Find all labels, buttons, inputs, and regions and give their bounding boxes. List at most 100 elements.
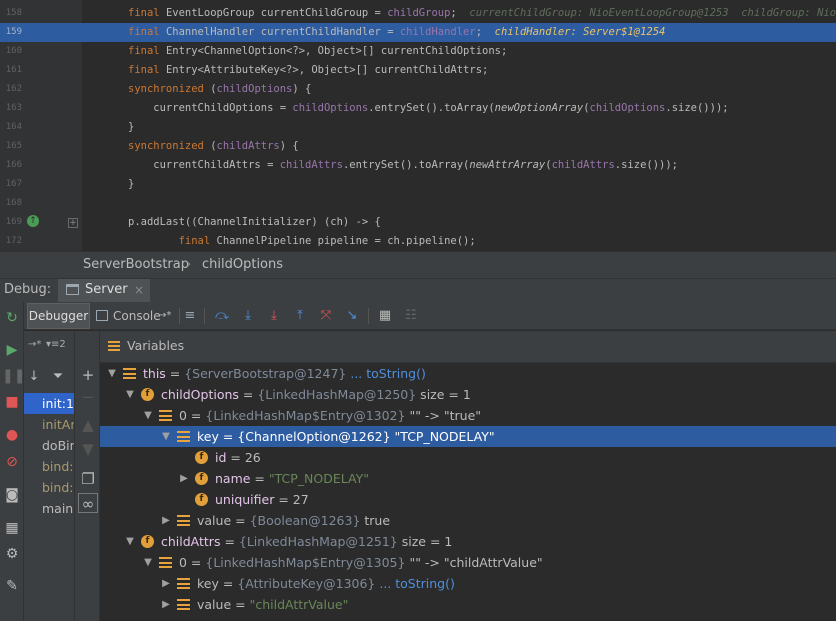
watches-toggle-icon[interactable]: ∞ <box>78 493 98 513</box>
fold-toggle-icon[interactable]: + <box>68 218 78 228</box>
to-string-link[interactable]: ... toString() <box>346 366 426 381</box>
rerun-icon[interactable]: ↻ <box>2 308 22 328</box>
variable-row[interactable]: ▶ value = "childAttrValue" <box>100 594 836 615</box>
step-out-icon[interactable]: ⤒ <box>290 306 310 326</box>
code-line[interactable]: 160 final Entry<ChannelOption<?>, Object>… <box>0 42 836 61</box>
frame-item[interactable]: bind:2 <box>24 456 74 477</box>
local-variable-icon <box>123 368 136 379</box>
trace-stream-icon[interactable]: ☷ <box>401 306 421 326</box>
tab-console[interactable]: Console →* <box>92 303 177 329</box>
console-pin[interactable]: →* <box>158 303 171 329</box>
expand-arrow-icon[interactable]: ▼ <box>106 363 118 384</box>
code-line[interactable]: 163 currentChildOptions = childOptions.e… <box>0 99 836 118</box>
code-token: } <box>128 121 135 133</box>
frame-item[interactable]: bind:2 <box>24 477 74 498</box>
inline-debug-value: childHandler: Server$1@1254 <box>494 26 666 38</box>
evaluate-expression-icon[interactable]: ▦ <box>375 306 395 326</box>
variable-row[interactable]: ▶ f name = "TCP_NODELAY" <box>100 468 836 489</box>
code-token: ChannelHandler currentChildHandler = <box>165 26 400 38</box>
settings-icon[interactable]: ⚙ <box>2 544 22 564</box>
variable-name: key <box>197 576 219 591</box>
code-token: childAttrs <box>551 159 615 171</box>
variable-row[interactable]: f id = 26 <box>100 447 836 468</box>
breadcrumb-class[interactable]: ServerBootstrap <box>83 252 189 278</box>
step-into-icon[interactable]: ⤓ <box>238 306 258 326</box>
variable-row[interactable]: ▶ value = {Boolean@1263} true <box>100 510 836 531</box>
variable-value: true <box>360 513 391 528</box>
code-editor[interactable]: 158 final EventLoopGroup currentChildGrou… <box>0 0 836 251</box>
variable-row[interactable]: ▶ key = {AttributeKey@1306} ... toString(… <box>100 573 836 594</box>
debug-title: Debug: <box>4 282 52 297</box>
pin-icon[interactable]: ✎ <box>2 576 22 596</box>
line-number: 168 <box>5 198 22 208</box>
move-down-icon[interactable]: ▼ <box>78 439 98 459</box>
code-line[interactable]: 166 currentChildAttrs = childAttrs.entry… <box>0 156 836 175</box>
tab-server[interactable]: Server × <box>58 279 150 302</box>
expand-arrow-icon[interactable]: ▼ <box>124 384 136 405</box>
resume-icon[interactable]: ▶ <box>2 340 22 360</box>
expand-arrow-icon[interactable]: ▼ <box>142 552 154 573</box>
inline-debug-value: currentChildGroup: NioEventLoopGroup@125… <box>469 7 836 19</box>
line-number: 161 <box>5 65 22 75</box>
collapse-arrow-icon[interactable]: ▶ <box>160 510 172 531</box>
frames-threads-toggle[interactable]: →* <box>28 339 41 350</box>
frame-item[interactable]: initAn <box>24 414 74 435</box>
code-line[interactable]: 159 final ChannelHandler currentChildHand… <box>0 23 836 42</box>
remove-watch-icon[interactable]: − <box>78 387 98 407</box>
frames-thread-selector[interactable]: ▾≡2 <box>46 339 66 350</box>
frame-item[interactable]: main: <box>24 498 74 519</box>
frame-item[interactable]: init:15 <box>24 393 74 414</box>
expand-arrow-icon[interactable]: ▼ <box>124 531 136 552</box>
run-to-cursor-icon[interactable]: ↘ <box>342 306 362 326</box>
to-string-link[interactable]: ... toString() <box>375 576 455 591</box>
expand-arrow-icon[interactable]: ▼ <box>142 405 154 426</box>
implementation-marker-icon[interactable]: ↑ <box>27 215 39 227</box>
code-line[interactable]: 172 final ChannelPipeline pipeline = ch.… <box>0 232 836 251</box>
code-line[interactable]: 169 p.addLast((ChannelInitializer) (ch) -… <box>0 213 836 232</box>
code-line[interactable]: 167} <box>0 175 836 194</box>
code-token: Entry<AttributeKey<?>, Object>[] current… <box>165 64 489 76</box>
variable-row[interactable]: ▼ 0 = {LinkedHashMap$Entry@1305} "" -> "c… <box>100 552 836 573</box>
force-step-into-icon[interactable]: ⤓ <box>264 306 284 326</box>
code-line[interactable]: 168 <box>0 194 836 213</box>
variables-icon <box>108 341 120 351</box>
variable-row[interactable]: ▼ f childOptions = {LinkedHashMap@1250} si… <box>100 384 836 405</box>
arrow-down-icon[interactable]: ↓ <box>24 367 44 387</box>
variable-row[interactable]: ▼ this = {ServerBootstrap@1247} ... toStr… <box>100 363 836 384</box>
code-token: synchronized <box>128 83 211 95</box>
add-watch-icon[interactable]: + <box>78 365 98 385</box>
close-icon[interactable]: × <box>134 279 144 301</box>
variable-row[interactable]: ▼ f childAttrs = {LinkedHashMap@1251} size… <box>100 531 836 552</box>
tab-debugger[interactable]: Debugger <box>27 303 90 329</box>
show-execution-point-icon[interactable]: ≡ <box>180 306 200 326</box>
variable-row[interactable]: f uniquifier = 27 <box>100 489 836 510</box>
view-breakpoints-icon[interactable]: ● <box>2 425 22 445</box>
expand-arrow-icon[interactable]: ▼ <box>160 426 172 447</box>
stop-icon[interactable]: ■ <box>2 392 22 412</box>
filter-icon[interactable]: ⏷ <box>48 367 68 387</box>
collapse-arrow-icon[interactable]: ▶ <box>178 468 190 489</box>
collapse-arrow-icon[interactable]: ▶ <box>160 594 172 615</box>
step-over-icon[interactable]: ⤼ <box>212 306 232 326</box>
line-number: 164 <box>5 122 22 132</box>
code-line[interactable]: 165 synchronized (childAttrs) { <box>0 137 836 156</box>
drop-frame-icon[interactable]: ⤧ <box>316 306 336 326</box>
mute-breakpoints-icon[interactable]: ⊘ <box>2 452 22 472</box>
variable-row[interactable]: ▼ key = {ChannelOption@1262} "TCP_NODELAY… <box>100 426 836 447</box>
code-line[interactable]: 161 final Entry<AttributeKey<?>, Object>[… <box>0 61 836 80</box>
layout-icon[interactable]: ▦ <box>2 518 22 538</box>
variable-text: value = "childAttrValue" <box>197 594 348 615</box>
frame-item[interactable]: doBin <box>24 435 74 456</box>
code-line[interactable]: 158 final EventLoopGroup currentChildGrou… <box>0 4 836 23</box>
copy-icon[interactable]: ❐ <box>78 469 98 489</box>
collapse-arrow-icon[interactable]: ▶ <box>160 573 172 594</box>
breadcrumb-method[interactable]: childOptions <box>202 252 283 278</box>
move-up-icon[interactable]: ▲ <box>78 415 98 435</box>
pause-icon[interactable]: ❚❚ <box>2 366 25 386</box>
code-line[interactable]: 162 synchronized (childOptions) { <box>0 80 836 99</box>
camera-icon[interactable]: ◙ <box>2 485 22 505</box>
code-token: newOptionArray <box>494 102 584 114</box>
variable-row[interactable]: ▼ 0 = {LinkedHashMap$Entry@1302} "" -> "t… <box>100 405 836 426</box>
variable-value: = <box>238 387 258 402</box>
code-line[interactable]: 164} <box>0 118 836 137</box>
